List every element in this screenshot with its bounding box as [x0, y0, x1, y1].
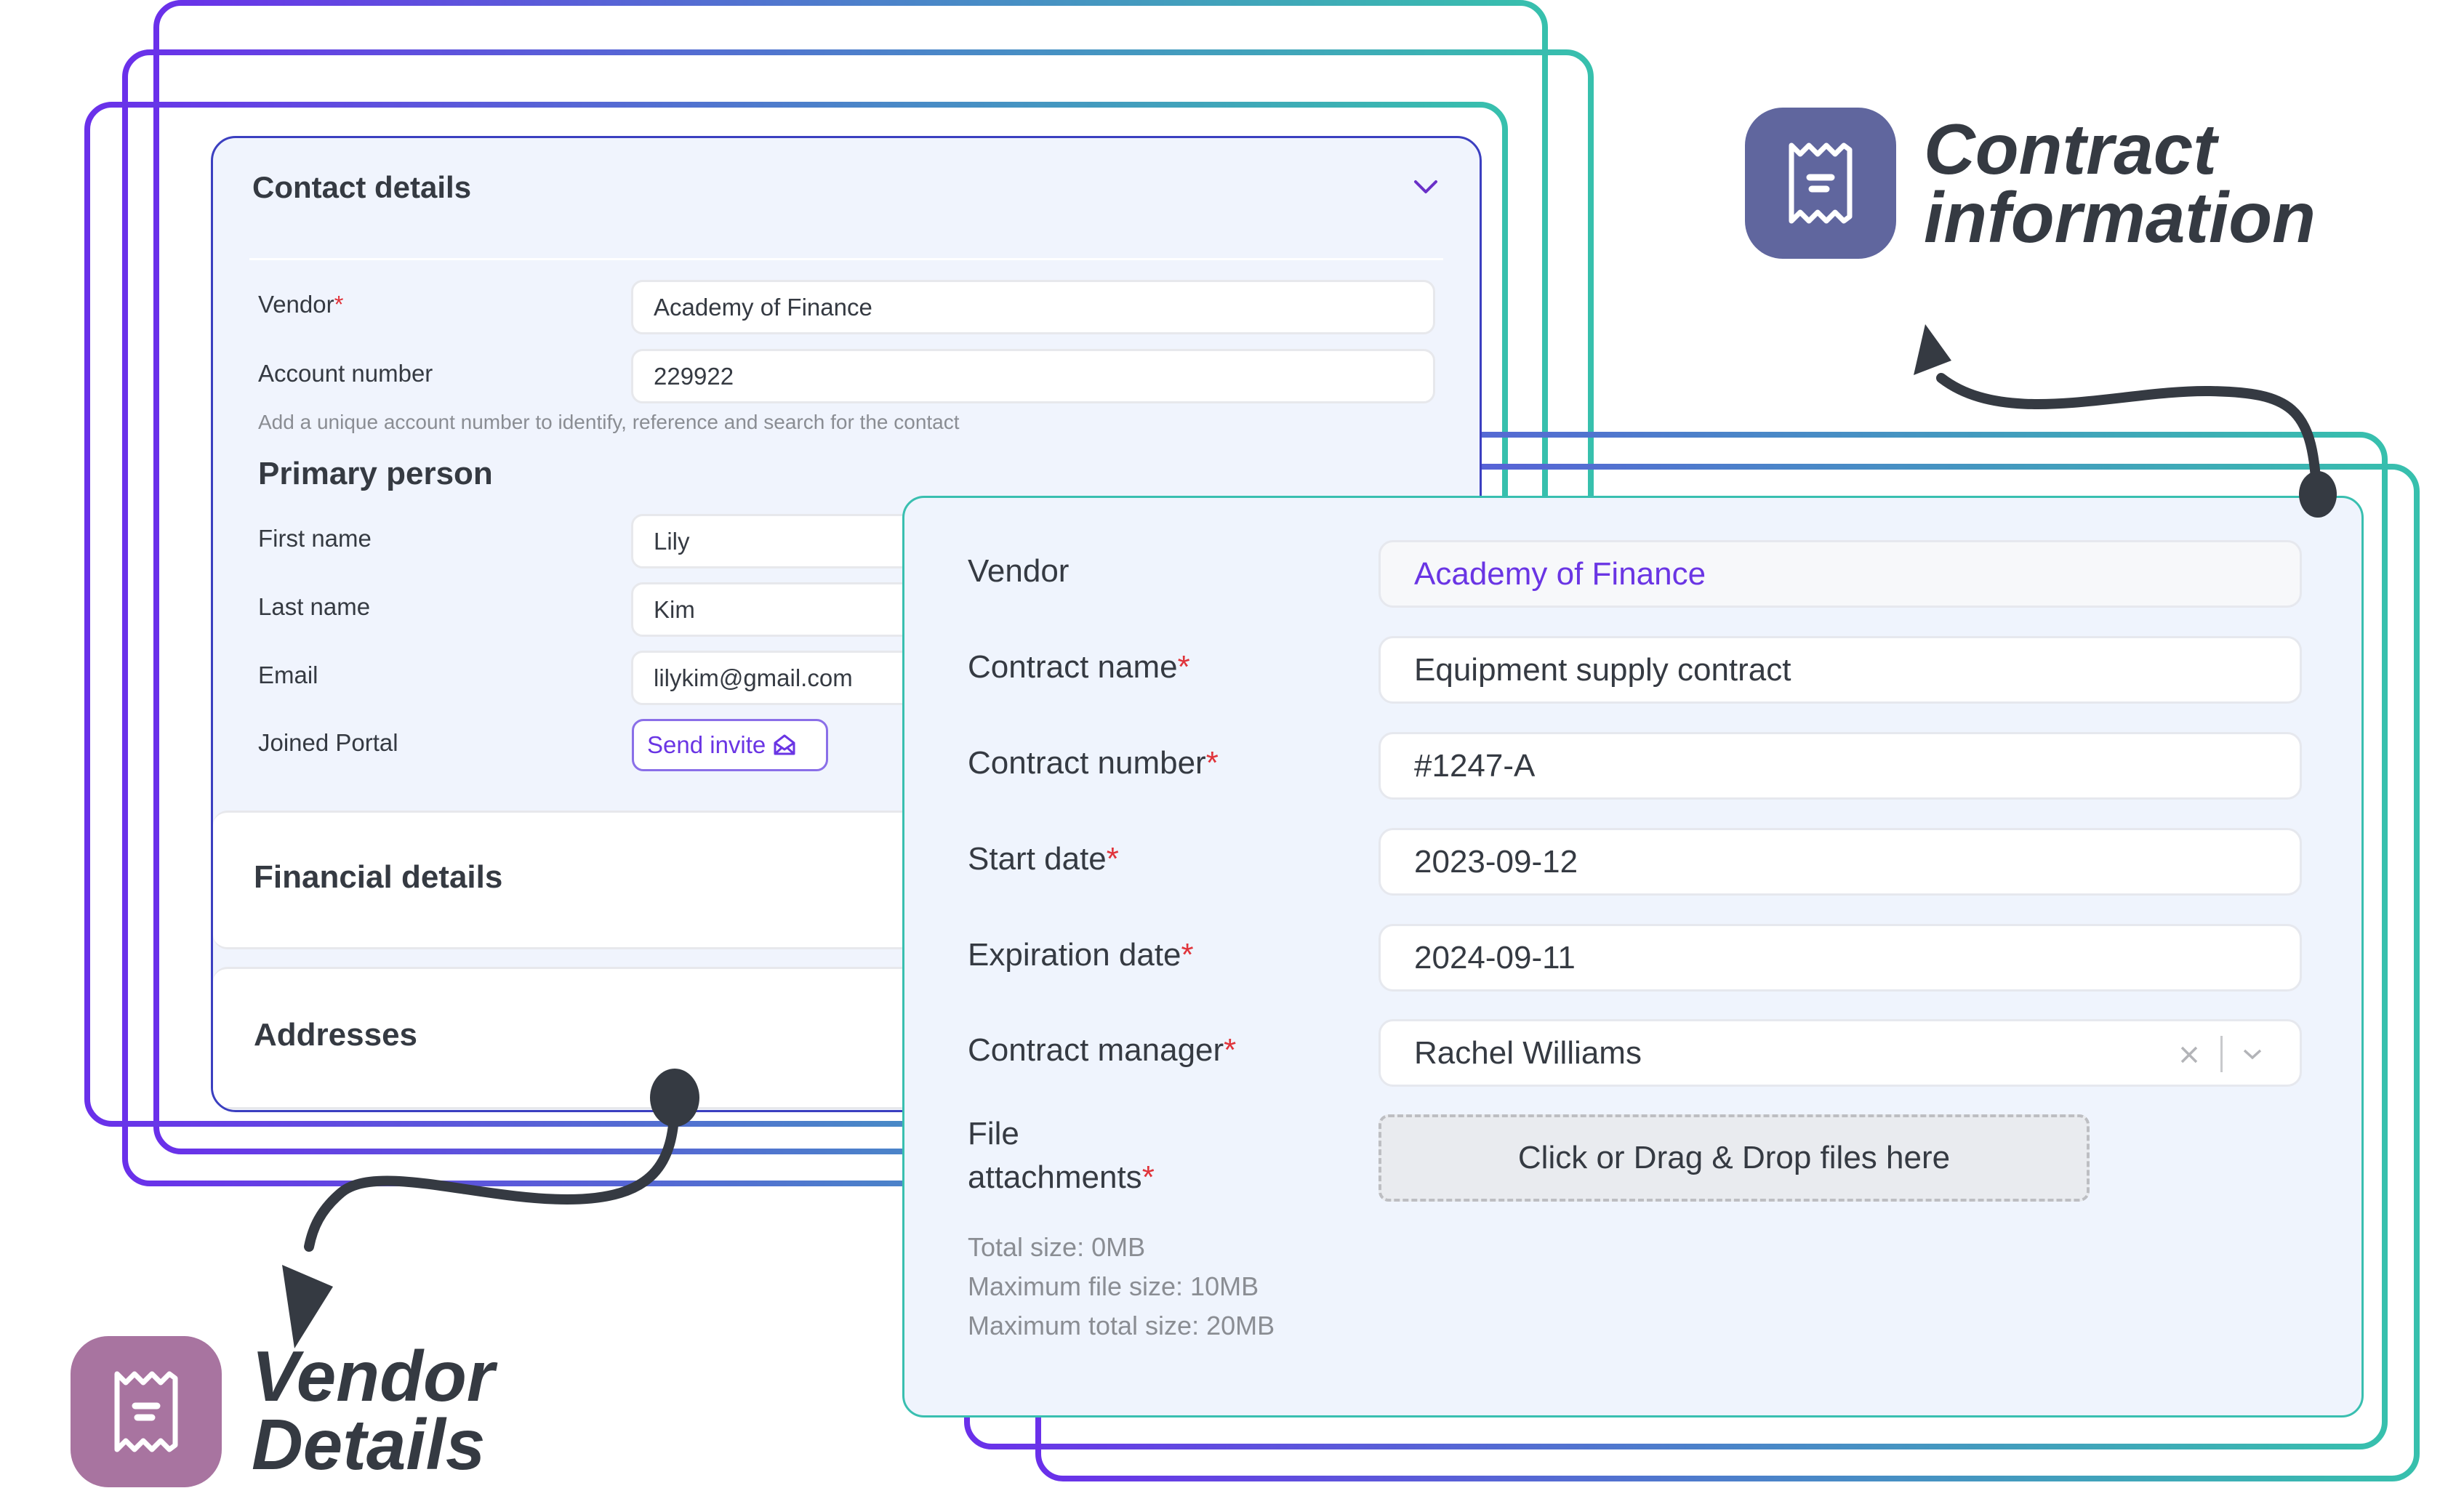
- contract-info-title-line2: information: [1924, 177, 2316, 257]
- arrow-to-vendor-details: [304, 1100, 680, 1252]
- arrow-head: [1914, 324, 1951, 375]
- vendor-details-title: Vendor Details: [252, 1336, 494, 1484]
- contract-info-title-line1: Contract: [1924, 109, 2217, 189]
- receipt-icon: [1789, 142, 1853, 224]
- contract-info-badge: [1745, 108, 1896, 259]
- vendor-details-title-line1: Vendor: [252, 1336, 494, 1416]
- arrow-to-contract-info: [1936, 373, 2321, 494]
- vendor-details-badge: [71, 1336, 222, 1487]
- arrow-dot: [2299, 471, 2337, 518]
- receipt-icon: [114, 1371, 178, 1452]
- vendor-details-title-line2: Details: [252, 1404, 486, 1484]
- contract-info-title: Contract information: [1924, 109, 2316, 257]
- arrow-dot: [650, 1069, 699, 1127]
